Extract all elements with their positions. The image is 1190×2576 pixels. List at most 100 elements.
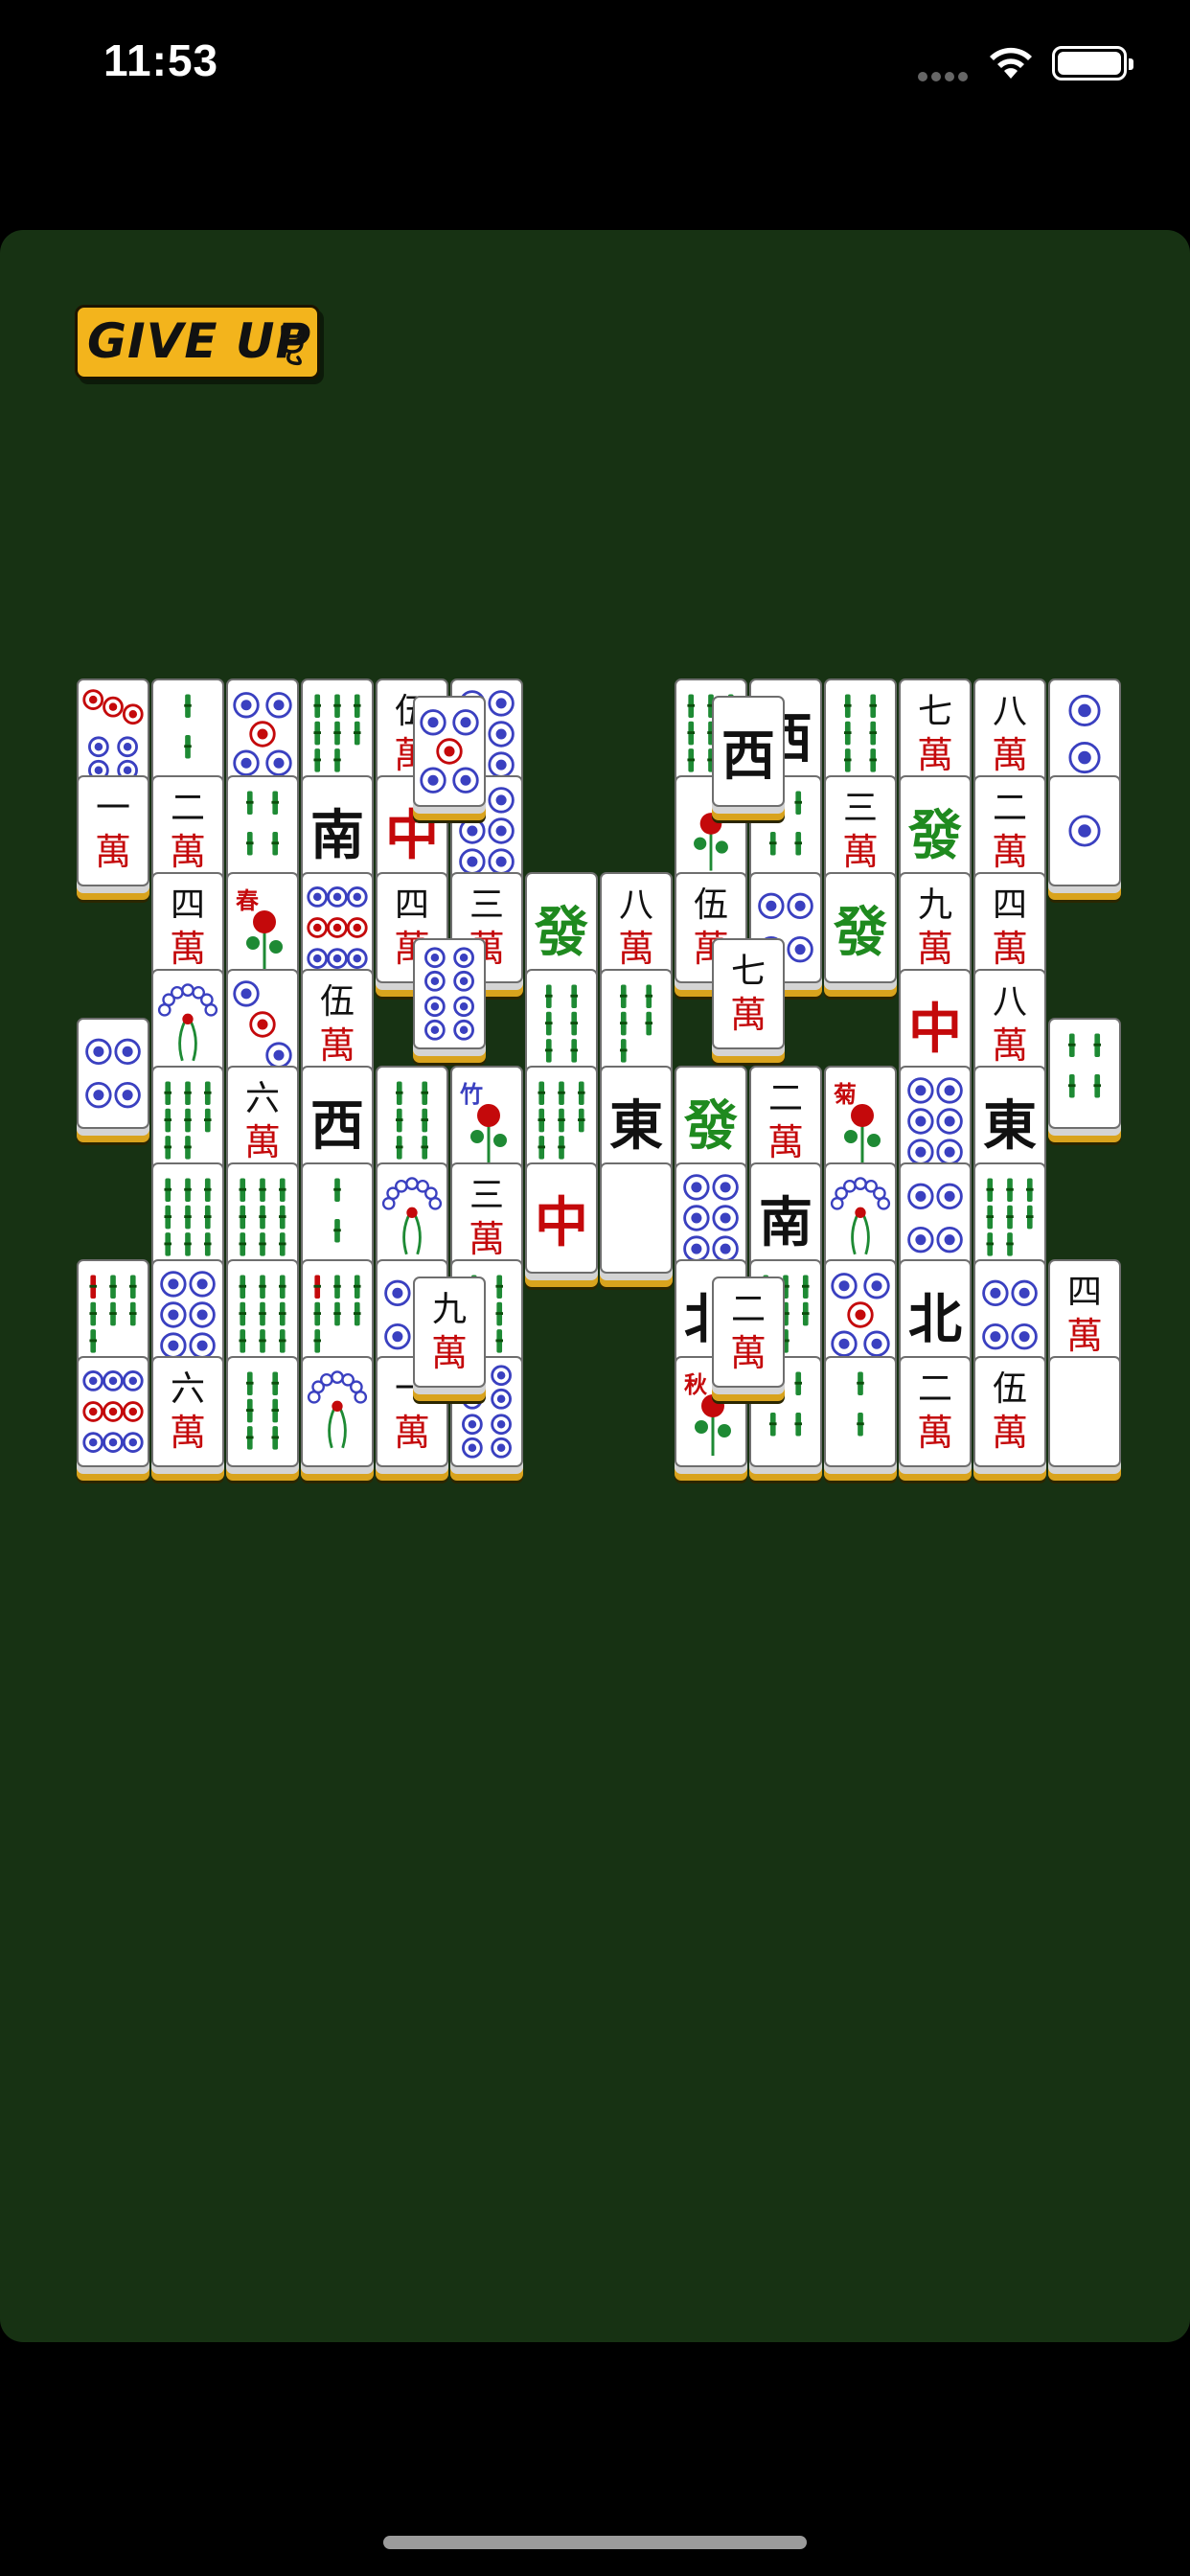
mahjong-tile[interactable]: [226, 1162, 299, 1274]
mahjong-tile[interactable]: [675, 1162, 747, 1274]
mahjong-tile[interactable]: [151, 1259, 224, 1370]
mahjong-tile[interactable]: 二萬: [712, 1276, 785, 1389]
peacock-icon: [381, 1177, 443, 1255]
cat-icon: [281, 325, 304, 366]
mahjong-tile[interactable]: 伍萬: [973, 1356, 1046, 1467]
mahjong-tile[interactable]: 四萬: [1048, 1259, 1121, 1370]
mahjong-tile[interactable]: 發: [675, 1066, 747, 1177]
mahjong-tile[interactable]: [77, 1259, 149, 1370]
mahjong-tile[interactable]: [301, 1162, 374, 1274]
tile-face: 二萬: [903, 1360, 968, 1463]
mahjong-tile[interactable]: [376, 1162, 448, 1274]
mahjong-tile[interactable]: 九萬: [413, 1276, 486, 1389]
mahjong-tile[interactable]: 九萬: [899, 872, 972, 983]
mahjong-tile[interactable]: [899, 1162, 972, 1274]
mahjong-tile[interactable]: 一萬: [77, 775, 149, 886]
mahjong-tile[interactable]: [1048, 1017, 1121, 1129]
mahjong-tile[interactable]: [77, 1017, 149, 1129]
mahjong-tile[interactable]: [226, 678, 299, 790]
mahjong-tile[interactable]: [525, 969, 598, 1080]
circle-suit-icon: [420, 709, 479, 794]
mahjong-tile[interactable]: [151, 678, 224, 790]
mahjong-tile[interactable]: 二萬: [151, 775, 224, 886]
mahjong-tile[interactable]: [824, 678, 897, 790]
mahjong-tile[interactable]: 南: [301, 775, 374, 886]
mahjong-tile[interactable]: [301, 1356, 374, 1467]
mahjong-tile[interactable]: [301, 678, 374, 790]
wifi-icon: [990, 47, 1032, 79]
mahjong-tile[interactable]: 二萬: [899, 1356, 972, 1467]
give-up-button[interactable]: GIVE UP: [75, 305, 320, 380]
mahjong-tile[interactable]: 發: [899, 775, 972, 886]
tile-numeral: 八: [618, 886, 653, 925]
mahjong-tile[interactable]: 西: [712, 696, 785, 808]
mahjong-tile[interactable]: [413, 696, 486, 808]
mahjong-tile[interactable]: 發: [824, 872, 897, 983]
mahjong-tile[interactable]: [824, 1259, 897, 1370]
tile-face: 伍萬: [977, 1360, 1042, 1463]
mahjong-tile[interactable]: 中: [525, 1162, 598, 1274]
mahjong-tile[interactable]: [226, 775, 299, 886]
mahjong-tile[interactable]: [151, 1066, 224, 1177]
mahjong-tile[interactable]: [1048, 775, 1121, 886]
mahjong-tile[interactable]: [1048, 1356, 1121, 1467]
mahjong-tile[interactable]: 八萬: [600, 872, 673, 983]
mahjong-tile[interactable]: 春: [226, 872, 299, 983]
mahjong-tile[interactable]: [525, 1066, 598, 1177]
mahjong-tile[interactable]: [413, 937, 486, 1049]
wan-character: 萬: [991, 734, 1028, 776]
tile-numeral: 二: [992, 789, 1027, 828]
mahjong-tile[interactable]: [973, 1259, 1046, 1370]
tile-face: [903, 1070, 968, 1173]
mahjong-tile[interactable]: [824, 1356, 897, 1467]
tile-face: [903, 1166, 968, 1270]
mahjong-tile[interactable]: 竹: [450, 1066, 523, 1177]
bamboo-suit-icon: [239, 1178, 286, 1256]
tile-face: 東: [977, 1070, 1042, 1173]
mahjong-tile[interactable]: [973, 1162, 1046, 1274]
mahjong-tile[interactable]: [600, 969, 673, 1080]
mahjong-tile[interactable]: 二萬: [749, 1066, 822, 1177]
mahjong-tile[interactable]: [301, 872, 374, 983]
mahjong-tile[interactable]: 中: [899, 969, 972, 1080]
mahjong-tile[interactable]: 七萬: [712, 937, 785, 1049]
mahjong-tile[interactable]: 西: [301, 1066, 374, 1177]
mahjong-tile[interactable]: [301, 1259, 374, 1370]
mahjong-tile[interactable]: 二萬: [973, 775, 1046, 886]
mahjong-tile[interactable]: [824, 1162, 897, 1274]
mahjong-tile[interactable]: 六萬: [151, 1356, 224, 1467]
mahjong-tile[interactable]: [226, 1356, 299, 1467]
mahjong-tile[interactable]: 八萬: [973, 969, 1046, 1080]
mahjong-tile[interactable]: 東: [973, 1066, 1046, 1177]
wan-character: 萬: [318, 1024, 355, 1067]
mahjong-tile[interactable]: 四萬: [973, 872, 1046, 983]
mahjong-tile[interactable]: [600, 1162, 673, 1274]
mahjong-tile[interactable]: [376, 1066, 448, 1177]
mahjong-tile[interactable]: 四萬: [151, 872, 224, 983]
mahjong-tile[interactable]: 南: [749, 1162, 822, 1274]
wan-character: 萬: [729, 993, 767, 1036]
circle-suit-icon: [1068, 815, 1101, 847]
mahjong-tile[interactable]: 八萬: [973, 678, 1046, 790]
mahjong-tile[interactable]: [151, 1162, 224, 1274]
mahjong-tile[interactable]: [226, 1259, 299, 1370]
mahjong-tile[interactable]: 七萬: [899, 678, 972, 790]
mahjong-tile[interactable]: [226, 969, 299, 1080]
mahjong-tile[interactable]: [77, 1356, 149, 1467]
tile-face: 春: [230, 876, 295, 979]
mahjong-tile[interactable]: [77, 678, 149, 790]
wan-character: 萬: [468, 1218, 505, 1260]
mahjong-tile[interactable]: 六萬: [226, 1066, 299, 1177]
tile-numeral: 三: [842, 789, 878, 828]
mahjong-tile[interactable]: 發: [525, 872, 598, 983]
mahjong-tile[interactable]: 伍萬: [301, 969, 374, 1080]
mahjong-tile[interactable]: 菊: [824, 1066, 897, 1177]
mahjong-tile[interactable]: 東: [600, 1066, 673, 1177]
mahjong-tile[interactable]: [151, 969, 224, 1080]
mahjong-tile[interactable]: [1048, 678, 1121, 790]
mahjong-tile[interactable]: 北: [899, 1259, 972, 1370]
mahjong-tile[interactable]: 三萬: [824, 775, 897, 886]
mahjong-tile[interactable]: 三萬: [450, 1162, 523, 1274]
home-indicator[interactable]: [383, 2536, 807, 2549]
mahjong-tile[interactable]: [899, 1066, 972, 1177]
